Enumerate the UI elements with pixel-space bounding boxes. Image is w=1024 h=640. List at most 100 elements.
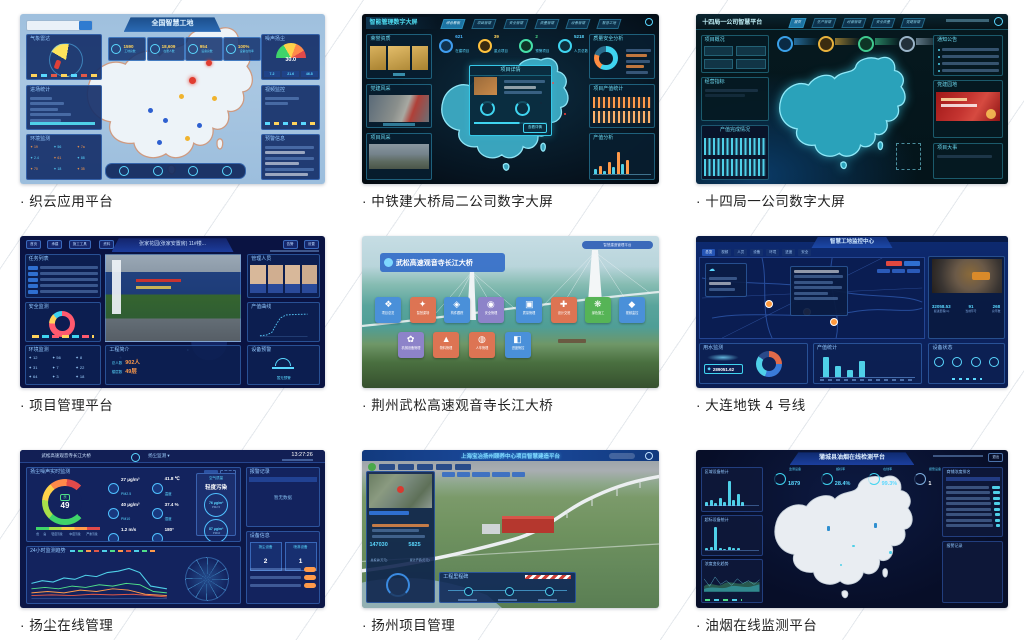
task-list[interactable] (28, 264, 98, 296)
panel-tunnel: 32058.53掘进里程(m) 91当前环号 268总环数 (928, 256, 1004, 340)
dashboard-yangzhou-thumbnail[interactable]: 上海宝冶扬州颐养中心项目智慧建造平台 (362, 450, 659, 608)
dashboard-pm-thumbnail[interactable]: 张家花园(张家安置房) 11#楼... 首页 承建 施工工具 资料 告警 设置 … (20, 236, 325, 388)
nav-tab[interactable]: 安全质量 (871, 18, 896, 28)
nav-tab[interactable]: 智慧工地 (597, 19, 622, 29)
dashboard-dalian-thumbnail[interactable]: 智慧工地监控中心 总览 视频 人员 设备 环境 进度 安全 (696, 236, 1008, 388)
nav-tab[interactable]: 进度 (782, 249, 795, 256)
nav-tab[interactable]: 设备 (750, 249, 763, 256)
app-tile[interactable]: ✚设计交底 (551, 297, 577, 323)
dashboard-fume-thumbnail[interactable]: 蒲城县油烟在线检测平台 退出 监测设备1879 超标率28.4% 在 (696, 450, 1008, 608)
nav-button[interactable]: 首页 (26, 240, 41, 250)
nav-tab[interactable]: 视频 (718, 249, 731, 256)
group-photo[interactable] (369, 95, 429, 122)
app-tile[interactable]: ◈构件跟踪 (444, 297, 470, 323)
site-marker[interactable] (830, 318, 838, 326)
dashboard-ztj-thumbnail[interactable]: 智能管理数字大屏 综合看板 项目管理 安全管理 质量管理 设备管理 智慧工地 6… (362, 14, 659, 184)
map-marker[interactable] (889, 551, 892, 554)
nav-tab[interactable] (436, 464, 452, 470)
modal-detail-button[interactable]: 查看详情 (523, 123, 547, 133)
carousel-dots[interactable] (393, 73, 406, 76)
app-tile[interactable]: ▲物料管理 (433, 332, 459, 358)
staff-portraits[interactable] (250, 265, 317, 293)
site-marker[interactable] (765, 300, 773, 308)
nav-tab[interactable]: 经营管理 (841, 18, 866, 28)
view-button[interactable] (492, 472, 510, 477)
view-button[interactable] (472, 472, 490, 477)
view-button[interactable] (457, 472, 470, 477)
nav-tab[interactable]: 总览 (702, 249, 715, 256)
info-count-pill[interactable] (904, 261, 920, 266)
gallery-card-dalian: 智慧工地监控中心 总览 视频 人员 设备 环境 进度 安全 (696, 236, 1008, 450)
app-tile[interactable]: ▣质量管理 (516, 297, 542, 323)
map-marker-red[interactable] (206, 60, 212, 66)
nav-tab[interactable]: 质量管理 (534, 19, 559, 29)
menu-dropdown[interactable]: 扬尘监测 ▾ (148, 453, 170, 459)
logout-button[interactable]: 退出 (988, 453, 1003, 462)
app-tile[interactable]: ❖项目总览 (375, 297, 401, 323)
site-camera-photo[interactable] (105, 254, 241, 342)
nav-button[interactable]: 承建 (47, 240, 62, 250)
nav-tab[interactable]: 党建管理 (900, 18, 925, 28)
nav-tab[interactable]: 综合看板 (441, 19, 466, 29)
map-marker-yellow[interactable] (179, 94, 184, 99)
nav-tab[interactable] (379, 464, 395, 470)
refresh-icon[interactable] (222, 166, 232, 176)
tunnel-photo[interactable] (932, 259, 1002, 293)
milestone-node[interactable] (545, 587, 554, 596)
nav-button[interactable]: 资料 (99, 240, 114, 250)
nav-tab[interactable] (398, 464, 414, 470)
app-tile[interactable]: ❋绿色施工 (585, 297, 611, 323)
map-marker[interactable] (827, 526, 830, 531)
nav-tab[interactable]: 安全 (798, 249, 811, 256)
nav-tab[interactable] (417, 464, 433, 470)
dashboard-bridge-thumbnail[interactable]: 武松高速观音寺长江大桥 智慧建造管理平台 ❖项目总览 ✦智慧梁场 ◈构件跟踪 ◉… (362, 236, 659, 388)
nav-tab[interactable]: 设备管理 (565, 19, 590, 29)
milestone-node[interactable] (464, 587, 473, 596)
map-marker-blue[interactable] (148, 108, 153, 113)
search-icon[interactable] (79, 21, 93, 30)
locate-button[interactable] (369, 511, 409, 516)
nav-tab[interactable]: 生产管理 (811, 18, 836, 28)
app-tile[interactable]: ◆视频监控 (619, 297, 645, 323)
map-marker[interactable] (852, 545, 855, 548)
map-marker-yellow[interactable] (212, 96, 217, 101)
notice-list[interactable] (938, 46, 999, 76)
locate-icon[interactable] (188, 166, 198, 176)
satellite-thumb[interactable] (369, 474, 431, 508)
aerial-photo[interactable] (369, 144, 429, 169)
nav-tab[interactable]: 环境 (766, 249, 779, 256)
nav-tab[interactable]: 首页 (788, 18, 806, 28)
rank-rows[interactable] (946, 483, 1000, 530)
nav-button[interactable]: 施工工具 (69, 240, 91, 250)
nav-tab[interactable]: 项目管理 (472, 19, 497, 29)
app-tile[interactable]: ◍人车管理 (469, 332, 495, 358)
alarm-button[interactable]: 告警 (283, 240, 298, 250)
milestone-node[interactable] (505, 587, 514, 596)
view-button[interactable] (512, 472, 525, 477)
user-avatar-icon[interactable] (645, 18, 653, 26)
app-tile[interactable]: ✿机械设备管理 (398, 332, 424, 358)
app-tile[interactable]: ◉安全管理 (478, 297, 504, 323)
nav-tab[interactable] (455, 464, 471, 470)
alarm-rows[interactable] (946, 552, 1000, 555)
app-tile[interactable]: ✦智慧梁场 (410, 297, 436, 323)
corner-badge[interactable]: 智慧建造管理平台 (582, 241, 653, 249)
city-map[interactable]: ☁ (699, 257, 925, 339)
home-icon[interactable] (119, 166, 129, 176)
dashboard-sjy-thumbnail[interactable]: 十四局一公司智慧平台 首页 生产管理 经营管理 安全质量 党建管理 项目概况 (696, 14, 1008, 184)
nav-tab[interactable]: 安全管理 (503, 19, 528, 29)
settings-button[interactable]: 设置 (304, 240, 319, 250)
map-marker[interactable] (874, 523, 877, 528)
layers-icon[interactable] (153, 166, 163, 176)
pager-dots[interactable] (952, 378, 982, 381)
dashboard-dust-thumbnail[interactable]: 武松高速观音寺长江大桥 扬尘监测 ▾ 13:27:26 扬尘噪声实时监测 良 4… (20, 450, 325, 608)
project-detail-modal[interactable]: 项目详情 查看详情 (469, 65, 552, 136)
search-pill[interactable] (609, 453, 636, 459)
nav-tab[interactable]: 人员 (734, 249, 747, 256)
app-tile[interactable]: ◧进度管控 (505, 332, 531, 358)
map-marker-blue[interactable] (197, 123, 202, 128)
view-button[interactable] (442, 472, 455, 477)
alarm-count-pill[interactable] (886, 261, 902, 266)
party-banner-image[interactable] (936, 92, 1000, 121)
dashboard-zhiyun-thumbnail[interactable]: 全国智慧工地 1590工地总数 18,609在册人数 954设备总数 100%设… (20, 14, 325, 184)
